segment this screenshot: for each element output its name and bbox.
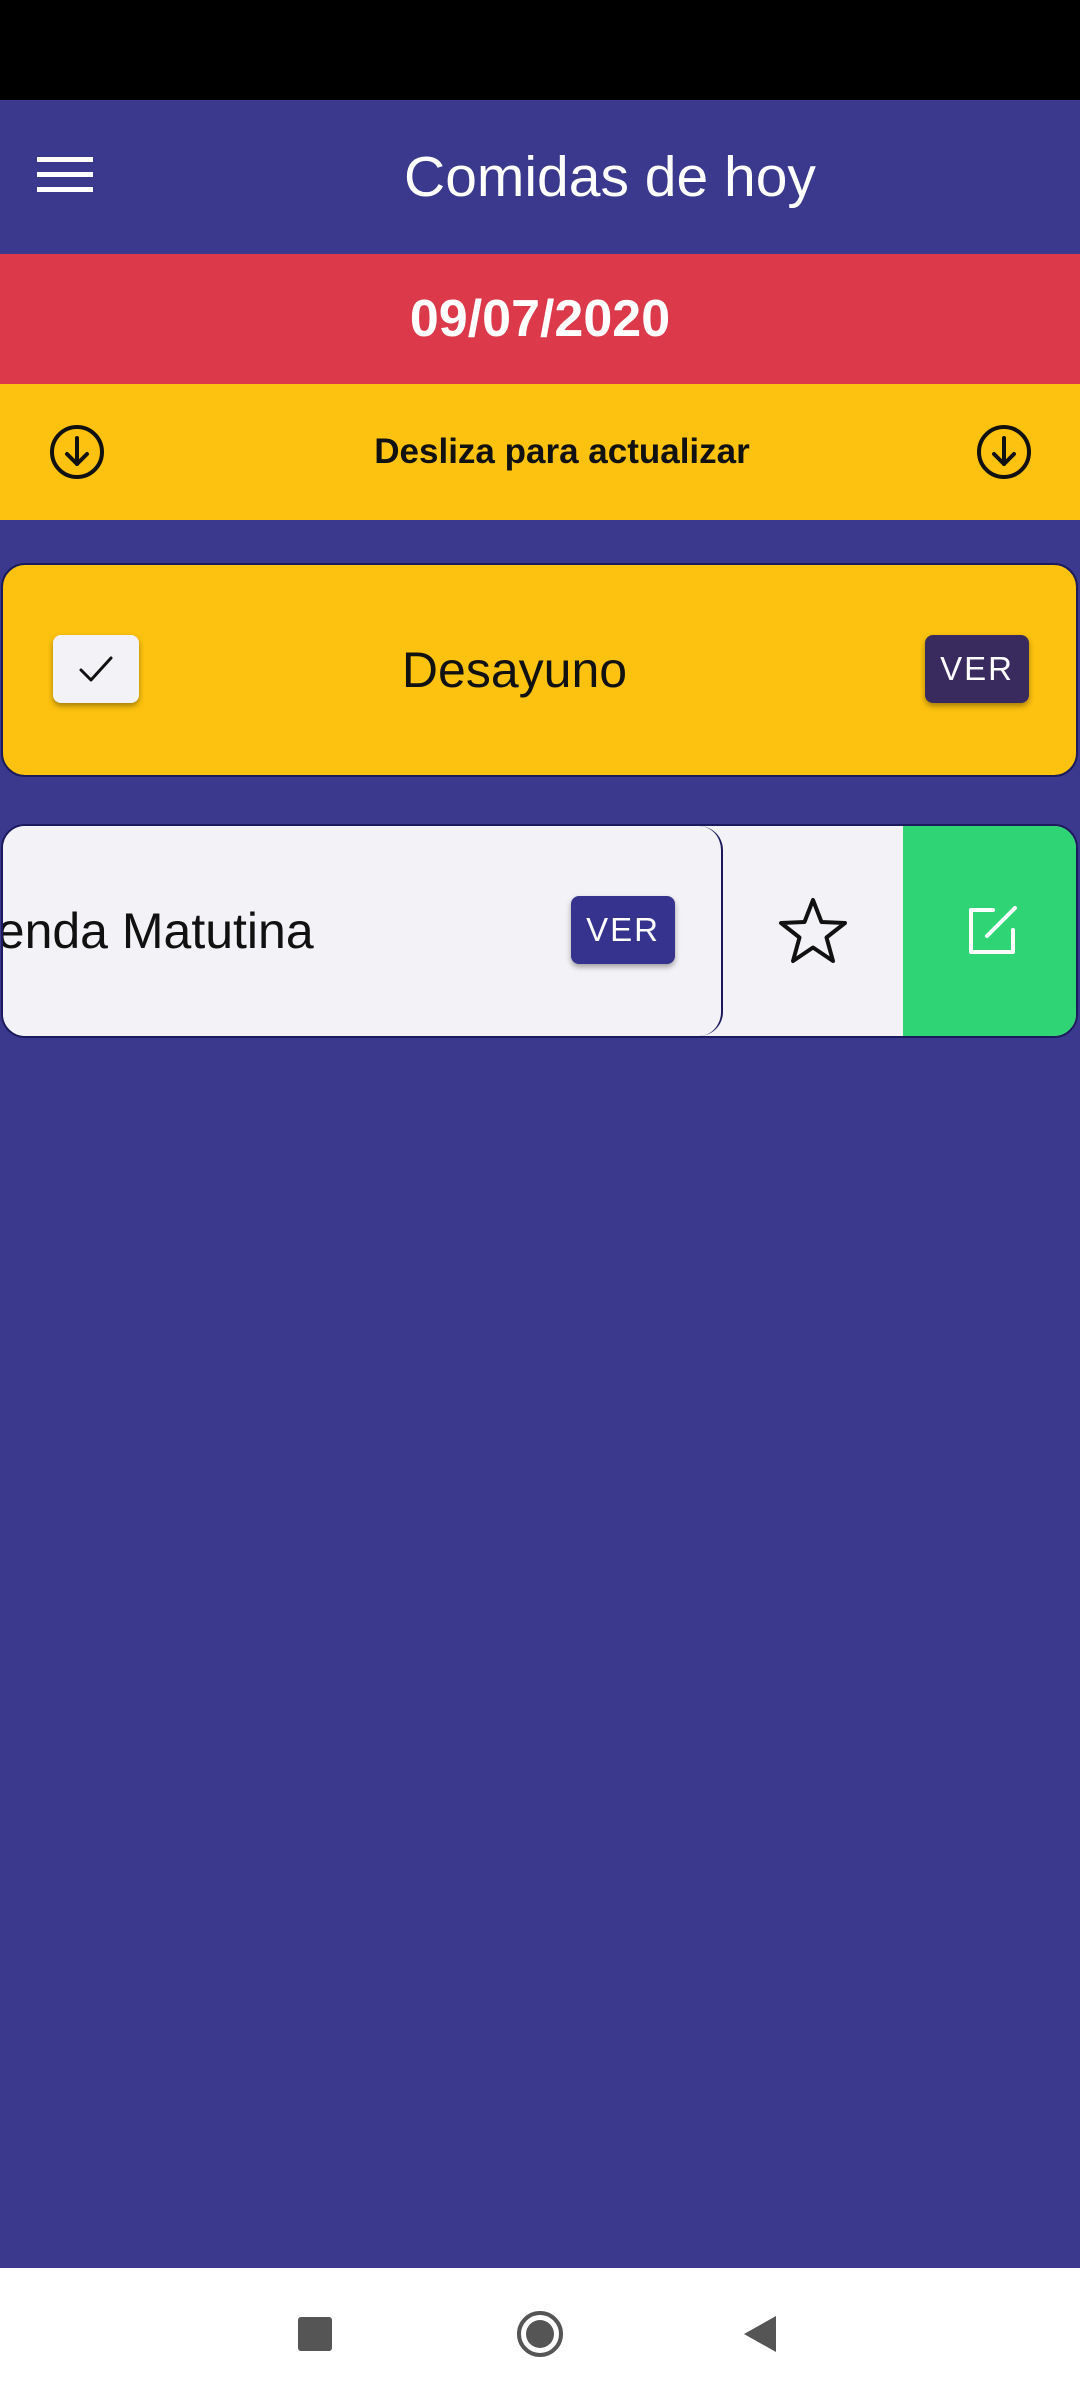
recents-icon [298,2317,332,2351]
hamburger-menu-icon [37,157,93,192]
date-banner: 09/07/2020 [0,254,1080,384]
app-bar: Comidas de hoy [0,100,1080,254]
menu-button[interactable] [26,136,104,214]
home-button[interactable] [510,2304,570,2364]
favorite-action-button[interactable] [723,826,903,1036]
refresh-hint-text: Desliza para actualizar [374,432,750,471]
swipeable-card-front[interactable]: rienda Matutina VER [3,826,723,1036]
meal-name: Desayuno [401,642,628,698]
back-icon [744,2316,776,2352]
recents-button[interactable] [285,2304,345,2364]
status-bar [0,0,1080,100]
view-meal-button[interactable]: VER [925,635,1029,703]
star-icon [779,898,847,963]
arrow-down-circle-icon [977,425,1031,479]
meal-name: rienda Matutina [1,903,314,959]
edit-icon [968,906,1017,954]
system-navigation-bar [0,2268,1080,2400]
back-button[interactable] [730,2304,790,2364]
page-title: Comidas de hoy [404,145,816,209]
meal-card-merienda-matutina[interactable]: rienda Matutina VER [1,824,1078,1038]
view-meal-button[interactable]: VER [571,896,675,964]
home-icon [517,2311,563,2357]
pull-to-refresh-banner: Desliza para actualizar [0,384,1080,520]
edit-action-button[interactable] [903,826,1076,1036]
meal-card-desayuno[interactable]: Desayuno VER [1,563,1078,777]
